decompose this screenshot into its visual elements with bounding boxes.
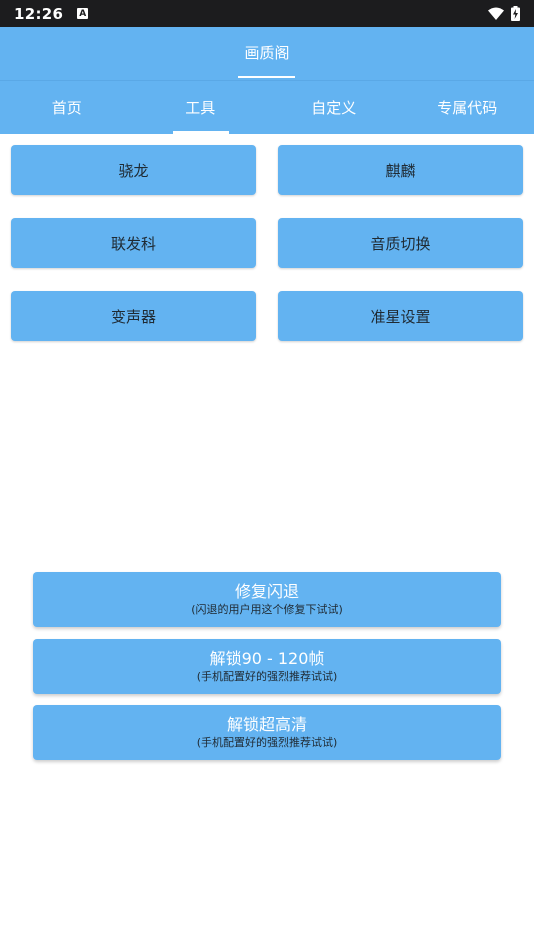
mediatek-button-label: 联发科 <box>110 234 156 253</box>
unlock-ultra-hd-title: 解锁超高清 <box>226 715 307 734</box>
unlock-120fps-title: 解锁90 - 120帧 <box>209 649 325 668</box>
fix-crash-title: 修复闪退 <box>234 582 299 601</box>
tab-custom-label: 自定义 <box>311 99 357 117</box>
snapdragon-button-label: 骁龙 <box>118 161 149 180</box>
notification-a-icon: A <box>77 8 89 19</box>
kirin-button-label: 麒麟 <box>385 161 416 180</box>
status-icons <box>488 6 520 21</box>
tab-home[interactable]: 首页 <box>0 81 134 134</box>
tab-exclusive-code[interactable]: 专属代码 <box>401 81 534 134</box>
fix-crash-button[interactable]: 修复闪退 (闪退的用户用这个修复下试试) <box>33 572 501 627</box>
app-bar: 画质阁 <box>0 27 534 80</box>
tab-bar: 首页 工具 自定义 专属代码 <box>0 80 534 134</box>
status-time: 12:26 <box>14 4 64 23</box>
unlock-ultra-hd-subtitle: (手机配置好的强烈推荐试试) <box>196 736 338 749</box>
status-bar: 12:26 A <box>0 0 534 27</box>
voice-changer-button[interactable]: 变声器 <box>11 291 256 341</box>
unlock-ultra-hd-button[interactable]: 解锁超高清 (手机配置好的强烈推荐试试) <box>33 705 501 760</box>
unlock-120fps-button[interactable]: 解锁90 - 120帧 (手机配置好的强烈推荐试试) <box>33 639 501 694</box>
tab-custom[interactable]: 自定义 <box>267 81 401 134</box>
title-underline <box>238 76 295 78</box>
voice-changer-button-label: 变声器 <box>110 307 156 326</box>
tab-home-label: 首页 <box>51 99 82 117</box>
tab-tools[interactable]: 工具 <box>134 81 268 134</box>
kirin-button[interactable]: 麒麟 <box>278 145 523 195</box>
tab-exclusive-code-label: 专属代码 <box>437 99 498 117</box>
wifi-icon <box>488 7 504 20</box>
crosshair-settings-button-label: 准星设置 <box>370 307 431 326</box>
tab-tools-label: 工具 <box>185 99 216 117</box>
snapdragon-button[interactable]: 骁龙 <box>11 145 256 195</box>
battery-charging-icon <box>511 6 520 21</box>
crosshair-settings-button[interactable]: 准星设置 <box>278 291 523 341</box>
tab-selected-indicator <box>172 131 229 134</box>
audio-quality-switch-button[interactable]: 音质切换 <box>278 218 523 268</box>
fix-crash-subtitle: (闪退的用户用这个修复下试试) <box>191 603 343 616</box>
app-title: 画质阁 <box>244 43 290 62</box>
unlock-120fps-subtitle: (手机配置好的强烈推荐试试) <box>196 670 338 683</box>
audio-quality-switch-label: 音质切换 <box>370 234 431 253</box>
mediatek-button[interactable]: 联发科 <box>11 218 256 268</box>
